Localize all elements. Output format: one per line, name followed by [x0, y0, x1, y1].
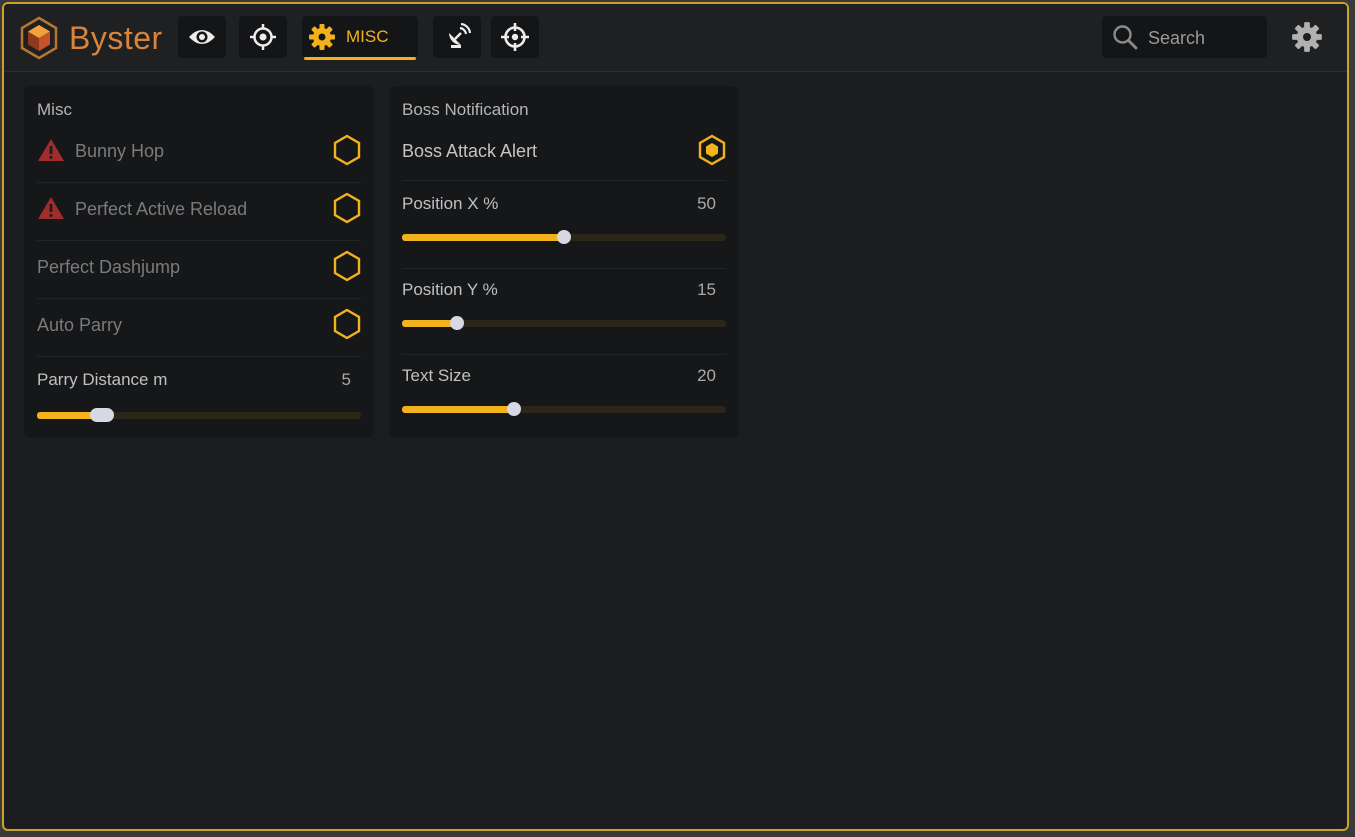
slider-fill [402, 234, 564, 241]
hexagon-checkbox-icon[interactable] [333, 134, 361, 166]
slider-fill [402, 320, 458, 327]
slider-row-text-size: Text Size 20 [402, 354, 726, 440]
slider-handle[interactable] [89, 408, 114, 422]
tab-aim[interactable] [239, 16, 287, 58]
warning-icon [38, 139, 64, 161]
slider-track[interactable] [402, 230, 726, 244]
toggle-label: Boss Attack Alert [402, 141, 538, 161]
gear-icon [309, 24, 335, 50]
slider-label: Position X % [402, 194, 499, 213]
slider-label: Position Y % [402, 280, 498, 299]
misc-panel: Misc Bunny Hop Perfect Active Reload Per… [24, 86, 374, 438]
toggle-label: Perfect Dashjump [37, 257, 181, 277]
toggle-label: Auto Parry [37, 315, 123, 335]
toggle-row-perfect-dashjump[interactable]: Perfect Dashjump [37, 240, 361, 299]
search-icon [1113, 25, 1138, 50]
slider-row-parry-distance: Parry Distance m 5 [37, 358, 361, 444]
hexagon-checkbox-checked-icon[interactable] [698, 134, 726, 166]
slider-handle[interactable] [506, 402, 521, 416]
tab-misc[interactable]: MISC [302, 16, 418, 60]
crosshair-icon [501, 23, 529, 51]
app-window: Byster MISC Search Misc Bunny Hop Perfec… [2, 2, 1349, 831]
slider-row-position-y: Position Y % 15 [402, 268, 726, 355]
slider-label: Parry Distance m [37, 370, 168, 389]
hexagon-checkbox-icon[interactable] [333, 192, 361, 224]
active-tab-indicator [304, 57, 416, 60]
target-icon [250, 24, 276, 50]
eye-icon [189, 30, 215, 44]
search-input[interactable] [1146, 25, 1260, 51]
tab-visuals[interactable] [178, 16, 226, 58]
slider-value: 20 [697, 366, 716, 385]
search-box[interactable] [1102, 16, 1267, 58]
boss-notification-panel: Boss Notification Boss Attack Alert Posi… [389, 86, 739, 438]
top-bar: Byster MISC Search [4, 4, 1347, 72]
slider-track[interactable] [37, 408, 361, 422]
slider-track[interactable] [402, 402, 726, 416]
slider-value: 15 [697, 280, 716, 299]
hexagon-checkbox-icon[interactable] [333, 308, 361, 340]
misc-panel-title: Misc [37, 100, 72, 119]
slider-handle[interactable] [450, 316, 465, 330]
brand-name: Byster [69, 20, 163, 56]
slider-handle[interactable] [557, 230, 571, 244]
byster-logo-icon [20, 16, 58, 60]
toggle-row-boss-attack-alert[interactable]: Boss Attack Alert [402, 124, 726, 181]
slider-fill [402, 406, 514, 413]
toggle-label: Bunny Hop [75, 141, 165, 161]
slider-track[interactable] [402, 316, 726, 330]
tab-crosshair[interactable] [491, 16, 539, 58]
toggle-row-auto-parry[interactable]: Auto Parry [37, 298, 361, 357]
warning-icon [38, 197, 64, 219]
slider-value: 5 [341, 370, 351, 389]
tab-misc-label: MISC [346, 27, 389, 46]
slider-row-position-x: Position X % 50 [402, 182, 726, 269]
boss-panel-title: Boss Notification [402, 100, 529, 119]
slider-label: Text Size [402, 366, 471, 385]
toggle-label: Perfect Active Reload [75, 199, 248, 219]
radar-icon [449, 23, 471, 48]
settings-gear-icon[interactable] [1291, 21, 1323, 53]
slider-value: 50 [697, 194, 716, 213]
toggle-row-bunny-hop[interactable]: Bunny Hop [37, 124, 361, 183]
hexagon-checkbox-icon[interactable] [333, 250, 361, 282]
toggle-row-perfect-active-reload[interactable]: Perfect Active Reload [37, 182, 361, 241]
tab-radar[interactable] [433, 16, 481, 58]
